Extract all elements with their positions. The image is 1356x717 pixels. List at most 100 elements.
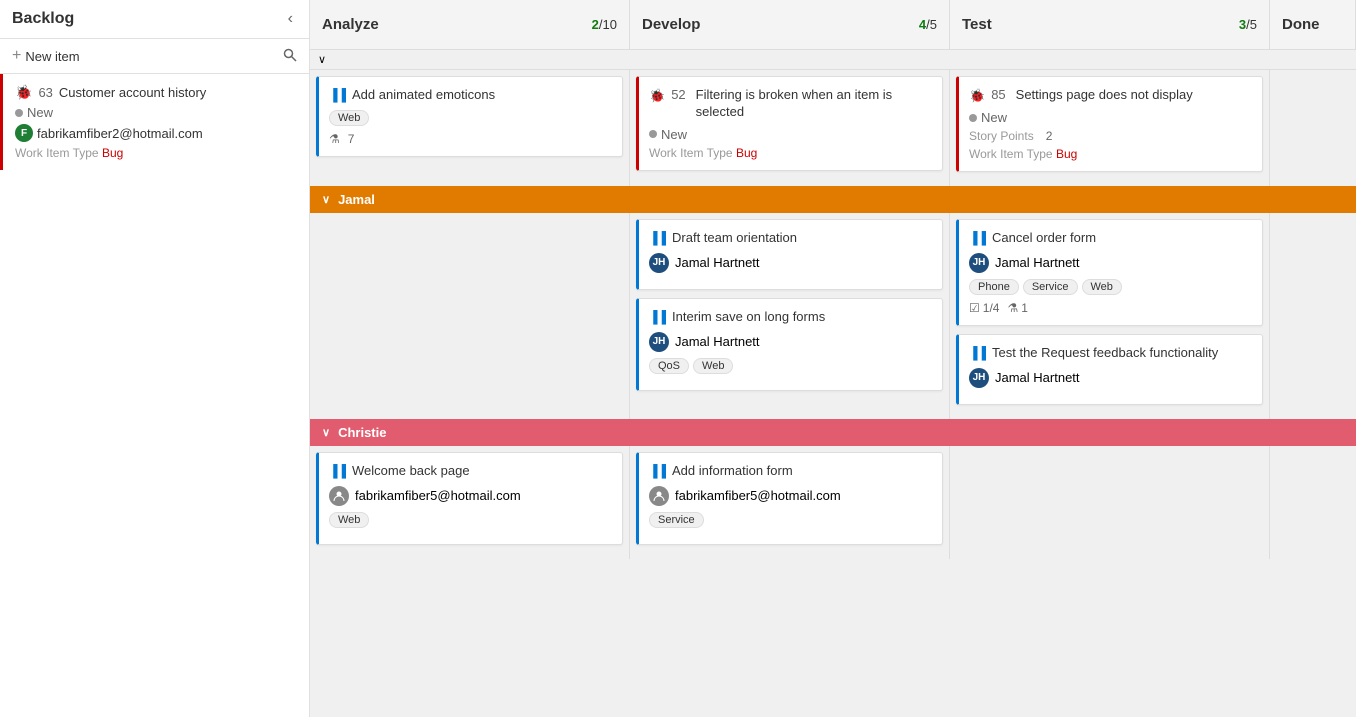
test-unassigned-cell: 🐞 85 Settings page does not display New … <box>950 70 1270 186</box>
search-button[interactable] <box>283 48 297 65</box>
work-item-type-value: Bug <box>736 146 757 160</box>
col-counter-develop: 4/5 <box>919 17 937 32</box>
card-title: Filtering is broken when an item is sele… <box>696 87 932 121</box>
card-add-information-form[interactable]: ▐▐ Add information form fabrikamfiber5@h… <box>636 452 943 545</box>
avatar: F <box>15 124 33 142</box>
card-title: Add animated emoticons <box>352 87 495 104</box>
avatar <box>649 486 669 506</box>
card-progress-row: ☑ 1/4 ⚗ 1 <box>969 301 1252 315</box>
item-type-row: Work Item Type Bug <box>15 146 297 160</box>
card-assignee-row: JH Jamal Hartnett <box>969 253 1252 273</box>
work-item-type-label: Work Item Type <box>969 147 1053 161</box>
col-title-analyze: Analyze <box>322 16 379 33</box>
card-title: Settings page does not display <box>1016 87 1193 104</box>
card-status-row: New <box>649 127 932 142</box>
col-counter-test: 3/5 <box>1239 17 1257 32</box>
section-collapse-row[interactable]: ∨ <box>310 50 1356 70</box>
backlog-item[interactable]: 🐞 63 Customer account history New F fabr… <box>0 74 309 170</box>
sidebar-collapse-btn[interactable]: ‹ <box>284 8 297 30</box>
tag-web: Web <box>329 512 369 528</box>
new-item-button[interactable]: + New item <box>12 47 80 65</box>
christie-group-header: ∨ Christie <box>310 419 1356 446</box>
bug-icon: 🐞 <box>15 84 32 101</box>
card-title-row: 🐞 85 Settings page does not display <box>969 87 1252 104</box>
jamal-group-banner[interactable]: ∨ Jamal <box>310 186 1356 213</box>
item-title: Customer account history <box>59 85 206 100</box>
progress-tests: ⚗ 1 <box>1007 301 1027 315</box>
work-item-type-label: Work Item Type <box>15 146 99 160</box>
unassigned-row: ▐▐ Add animated emoticons Web ⚗ 7 <box>310 70 1356 186</box>
test-count: 7 <box>348 132 355 146</box>
card-test-request-feedback[interactable]: ▐▐ Test the Request feedback functionali… <box>956 334 1263 405</box>
card-title: Interim save on long forms <box>672 309 825 326</box>
christie-done-cell <box>1270 446 1356 559</box>
search-icon <box>283 48 297 62</box>
card-title: Welcome back page <box>352 463 470 480</box>
bug-icon: 🐞 <box>969 88 985 104</box>
christie-test-cell <box>950 446 1270 559</box>
story-icon: ▐▐ <box>649 464 666 478</box>
story-icon: ▐▐ <box>969 231 986 245</box>
jamal-analyze-cell <box>310 213 630 419</box>
jamal-group-label: Jamal <box>338 192 375 207</box>
analyze-unassigned-cell: ▐▐ Add animated emoticons Web ⚗ 7 <box>310 70 630 186</box>
tag-service: Service <box>1023 279 1078 295</box>
assignee-name: fabrikamfiber5@hotmail.com <box>675 488 841 503</box>
new-item-plus-icon: + <box>12 47 21 65</box>
card-assignee-row: JH Jamal Hartnett <box>969 368 1252 388</box>
card-id: 52 <box>671 87 685 102</box>
tag-web: Web <box>693 358 733 374</box>
tag-qos: QoS <box>649 358 689 374</box>
card-title-row: ▐▐ Add information form <box>649 463 932 480</box>
christie-banner-row: ∨ Christie <box>310 419 1356 446</box>
item-status-text: New <box>27 105 53 120</box>
card-welcome-back-page[interactable]: ▐▐ Welcome back page fabrikamfiber5@hotm… <box>316 452 623 545</box>
card-draft-team-orientation[interactable]: ▐▐ Draft team orientation JH Jamal Hartn… <box>636 219 943 290</box>
status-dot <box>15 109 23 117</box>
column-header-done: Done <box>1270 0 1356 49</box>
christie-group-banner[interactable]: ∨ Christie <box>310 419 1356 446</box>
work-item-type-value: Bug <box>1056 147 1077 161</box>
card-interim-save-long-forms[interactable]: ▐▐ Interim save on long forms JH Jamal H… <box>636 298 943 391</box>
sidebar-title: Backlog <box>12 10 74 28</box>
col-title-develop: Develop <box>642 16 700 33</box>
card-id: 85 <box>991 87 1005 102</box>
jamal-banner-row: ∨ Jamal <box>310 186 1356 213</box>
tag-web: Web <box>1082 279 1122 295</box>
tag-web: Web <box>329 110 369 126</box>
card-filtering-broken[interactable]: 🐞 52 Filtering is broken when an item is… <box>636 76 943 171</box>
card-title: Cancel order form <box>992 230 1096 247</box>
tag-service: Service <box>649 512 704 528</box>
jamal-group-header: ∨ Jamal <box>310 186 1356 213</box>
jamal-collapse-btn[interactable]: ∨ <box>322 193 330 206</box>
section-chevron-icon: ∨ <box>318 53 326 66</box>
card-assignee-row: fabrikamfiber5@hotmail.com <box>649 486 932 506</box>
bug-icon: 🐞 <box>649 88 665 104</box>
avatar: JH <box>649 332 669 352</box>
christie-collapse-btn[interactable]: ∨ <box>322 426 330 439</box>
avatar: JH <box>969 253 989 273</box>
item-title-row: 🐞 63 Customer account history <box>15 84 297 101</box>
story-icon: ▐▐ <box>649 310 666 324</box>
board-body: ∨ ▐▐ Add animated emoticons Web <box>310 50 1356 717</box>
column-header-analyze: Analyze 2/10 <box>310 0 630 49</box>
anon-icon <box>653 490 665 502</box>
new-item-label: New item <box>25 49 79 64</box>
task-count: 1/4 <box>983 301 1000 315</box>
anon-icon <box>333 490 345 502</box>
card-add-animated-emoticons[interactable]: ▐▐ Add animated emoticons Web ⚗ 7 <box>316 76 623 157</box>
card-tags: QoS Web <box>649 358 932 374</box>
item-assignee: F fabrikamfiber2@hotmail.com <box>15 124 297 142</box>
card-title-row: ▐▐ Welcome back page <box>329 463 612 480</box>
status-dot <box>649 130 657 138</box>
jamal-test-cell: ▐▐ Cancel order form JH Jamal Hartnett P… <box>950 213 1270 419</box>
card-tags: Web <box>329 110 612 126</box>
card-cancel-order-form[interactable]: ▐▐ Cancel order form JH Jamal Hartnett P… <box>956 219 1263 326</box>
progress-tasks: ☑ 1/4 <box>969 301 999 315</box>
card-type-row: Work Item Type Bug <box>969 147 1252 161</box>
card-title-row: ▐▐ Draft team orientation <box>649 230 932 247</box>
avatar: JH <box>969 368 989 388</box>
tag-phone: Phone <box>969 279 1019 295</box>
card-settings-not-display[interactable]: 🐞 85 Settings page does not display New … <box>956 76 1263 172</box>
jamal-swim-row: ▐▐ Draft team orientation JH Jamal Hartn… <box>310 213 1356 419</box>
